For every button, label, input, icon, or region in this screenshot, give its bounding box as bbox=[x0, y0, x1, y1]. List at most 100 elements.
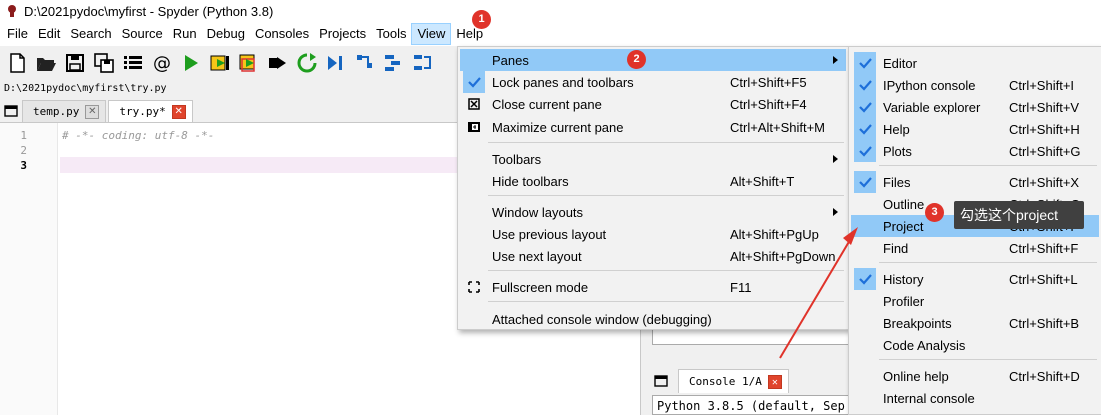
pane-item-editor[interactable]: Editor bbox=[851, 52, 1099, 74]
menu-item-label: Online help bbox=[883, 369, 949, 384]
menu-item-lock-panes[interactable]: Lock panes and toolbars Ctrl+Shift+F5 bbox=[460, 71, 846, 93]
shortcut-label: Ctrl+Alt+Shift+M bbox=[730, 120, 826, 135]
menu-item-maximize-pane[interactable]: Maximize current pane Ctrl+Alt+Shift+M bbox=[460, 116, 846, 138]
menu-edit[interactable]: Edit bbox=[33, 23, 65, 45]
checkmark-icon bbox=[854, 52, 876, 74]
close-tab-icon[interactable]: ✕ bbox=[171, 104, 186, 119]
menu-view[interactable]: View bbox=[411, 23, 452, 45]
checkmark-icon bbox=[854, 140, 876, 162]
debug-icon[interactable] bbox=[323, 50, 349, 76]
menu-item-label: Maximize current pane bbox=[492, 120, 624, 135]
menu-bar: File Edit Search Source Run Debug Consol… bbox=[0, 22, 1101, 46]
line-number-gutter: 1 2 3 bbox=[0, 123, 58, 415]
menu-separator bbox=[879, 262, 1097, 263]
pane-item-files[interactable]: Files Ctrl+Shift+X bbox=[851, 171, 1099, 193]
menu-item-fullscreen[interactable]: Fullscreen mode F11 bbox=[460, 276, 846, 298]
step-into-icon[interactable] bbox=[381, 50, 407, 76]
menu-item-panes[interactable]: Panes bbox=[460, 49, 846, 71]
tab-try-py[interactable]: try.py* ✕ bbox=[108, 100, 193, 122]
window-title: D:\2021pydoc\myfirst - Spyder (Python 3.… bbox=[24, 3, 274, 19]
list-icon[interactable] bbox=[120, 50, 146, 76]
tab-menu-icon[interactable] bbox=[0, 100, 22, 122]
pane-item-variable-explorer[interactable]: Variable explorer Ctrl+Shift+V bbox=[851, 96, 1099, 118]
fullscreen-icon bbox=[463, 276, 485, 298]
shortcut-label: Ctrl+Shift+G bbox=[1009, 144, 1081, 159]
menu-separator bbox=[879, 359, 1097, 360]
run-cell-advance-icon[interactable] bbox=[236, 50, 262, 76]
menu-item-label: Fullscreen mode bbox=[492, 280, 589, 295]
console-tab-label: Console 1/A bbox=[689, 375, 762, 388]
rerun-icon[interactable] bbox=[294, 50, 320, 76]
menu-item-next-layout[interactable]: Use next layout Alt+Shift+PgDown bbox=[460, 245, 846, 267]
menu-search[interactable]: Search bbox=[65, 23, 116, 45]
shortcut-label: Ctrl+Shift+I bbox=[1009, 78, 1075, 93]
view-menu-dropdown: Panes Lock panes and toolbars Ctrl+Shift… bbox=[457, 46, 849, 330]
menu-item-label: Window layouts bbox=[492, 205, 584, 220]
menu-item-toolbars[interactable]: Toolbars bbox=[460, 148, 846, 170]
menu-item-label: Help bbox=[883, 122, 910, 137]
pane-item-breakpoints[interactable]: Breakpoints Ctrl+Shift+B bbox=[851, 312, 1099, 334]
menu-tools[interactable]: Tools bbox=[371, 23, 411, 45]
new-file-icon[interactable] bbox=[4, 50, 30, 76]
pane-item-profiler[interactable]: Profiler bbox=[851, 290, 1099, 312]
checkmark-icon bbox=[463, 71, 485, 93]
tab-console-1a[interactable]: Console 1/A ✕ bbox=[678, 369, 789, 393]
shortcut-label: F11 bbox=[730, 280, 752, 295]
menu-item-hide-toolbars[interactable]: Hide toolbars Alt+Shift+T bbox=[460, 170, 846, 192]
close-tab-icon[interactable]: ✕ bbox=[767, 374, 782, 389]
pane-item-plots[interactable]: Plots Ctrl+Shift+G bbox=[851, 140, 1099, 162]
pane-item-find[interactable]: Find Ctrl+Shift+F bbox=[851, 237, 1099, 259]
menu-run[interactable]: Run bbox=[168, 23, 202, 45]
menu-debug[interactable]: Debug bbox=[202, 23, 250, 45]
pane-item-ipython-console[interactable]: IPython console Ctrl+Shift+I bbox=[851, 74, 1099, 96]
step-badge-3: 3 bbox=[925, 203, 944, 222]
menu-separator bbox=[488, 195, 844, 196]
line-number: 2 bbox=[20, 144, 27, 157]
console-output: Python 3.8.5 (default, Sep bbox=[657, 399, 845, 413]
menu-item-label: Find bbox=[883, 241, 909, 256]
console-tab-menu-icon[interactable] bbox=[650, 370, 672, 392]
step-return-icon[interactable] bbox=[410, 50, 436, 76]
pane-item-online-help[interactable]: Online help Ctrl+Shift+D bbox=[851, 365, 1099, 387]
shortcut-label: Ctrl+Shift+V bbox=[1009, 100, 1080, 115]
close-tab-icon[interactable]: ✕ bbox=[85, 104, 100, 119]
menu-item-label: Use previous layout bbox=[492, 227, 607, 242]
svg-text:@: @ bbox=[153, 53, 171, 74]
menu-item-previous-layout[interactable]: Use previous layout Alt+Shift+PgUp bbox=[460, 223, 846, 245]
save-icon[interactable] bbox=[62, 50, 88, 76]
checkmark-icon bbox=[854, 171, 876, 193]
menu-projects[interactable]: Projects bbox=[314, 23, 371, 45]
save-all-icon[interactable] bbox=[91, 50, 117, 76]
open-folder-icon[interactable] bbox=[33, 50, 59, 76]
menu-file[interactable]: File bbox=[2, 23, 33, 45]
menu-consoles[interactable]: Consoles bbox=[250, 23, 314, 45]
menu-separator bbox=[879, 165, 1097, 166]
menu-source[interactable]: Source bbox=[117, 23, 168, 45]
pane-item-code-analysis[interactable]: Code Analysis bbox=[851, 334, 1099, 356]
checkmark-icon bbox=[854, 96, 876, 118]
step-icon[interactable] bbox=[352, 50, 378, 76]
pane-item-help[interactable]: Help Ctrl+Shift+H bbox=[851, 118, 1099, 140]
run-icon[interactable] bbox=[178, 50, 204, 76]
menu-item-attached-console[interactable]: Attached console window (debugging) bbox=[460, 308, 846, 330]
menu-item-label: Project bbox=[883, 219, 924, 234]
line-number: 1 bbox=[20, 129, 27, 142]
run-cell-icon[interactable] bbox=[207, 50, 233, 76]
shortcut-label: Alt+Shift+PgDown bbox=[730, 249, 836, 264]
pane-item-internal-console[interactable]: Internal console bbox=[851, 387, 1099, 409]
menu-item-window-layouts[interactable]: Window layouts bbox=[460, 201, 846, 223]
tab-temp-py[interactable]: temp.py ✕ bbox=[22, 100, 107, 122]
run-selection-icon[interactable] bbox=[265, 50, 291, 76]
menu-item-label: Variable explorer bbox=[883, 100, 981, 115]
pane-item-history[interactable]: History Ctrl+Shift+L bbox=[851, 268, 1099, 290]
menu-item-close-pane[interactable]: Close current pane Ctrl+Shift+F4 bbox=[460, 93, 846, 115]
menu-item-label: History bbox=[883, 272, 924, 287]
checkmark-icon bbox=[854, 74, 876, 96]
at-sign-icon[interactable]: @ bbox=[149, 50, 175, 76]
shortcut-label: Alt+Shift+T bbox=[730, 174, 795, 189]
menu-item-label: Use next layout bbox=[492, 249, 582, 264]
maximize-pane-icon bbox=[463, 116, 485, 138]
checkmark-icon bbox=[854, 268, 876, 290]
menu-item-label: Toolbars bbox=[492, 152, 542, 167]
menu-item-label: Panes bbox=[492, 53, 529, 68]
